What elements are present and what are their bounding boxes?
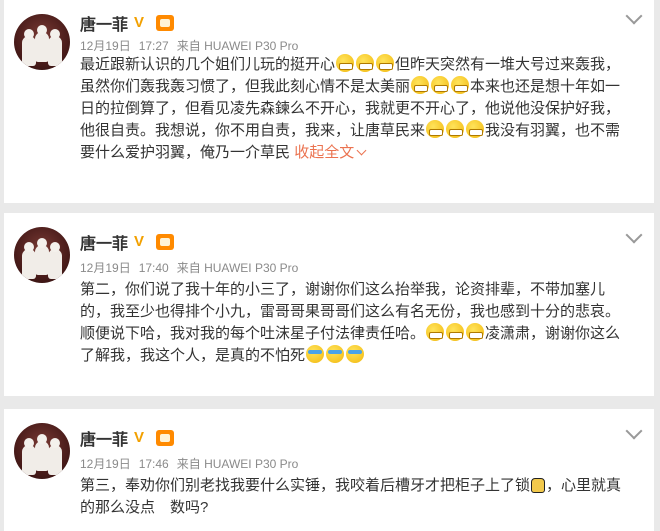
- avatar[interactable]: [14, 227, 70, 283]
- grin-emoji-icon: [466, 323, 485, 341]
- grin-emoji-icon: [426, 323, 445, 341]
- grin-emoji-icon: [336, 54, 355, 72]
- grin-emoji-icon: [431, 76, 450, 94]
- collapse-full-text-link[interactable]: 收起全文: [294, 144, 367, 161]
- chevron-down-icon[interactable]: [625, 226, 643, 244]
- weibo-post-2: 唐一菲 V 12月19日 17:40 来自 HUAWEI P30 Pro 第二，你们…: [4, 213, 654, 396]
- grin-emoji-icon: [356, 54, 375, 72]
- post-meta: 12月19日 17:27 来自 HUAWEI P30 Pro: [80, 37, 306, 54]
- chevron-down-icon[interactable]: [625, 422, 643, 440]
- grin-emoji-icon: [466, 120, 485, 138]
- member-level-icon: [156, 430, 175, 446]
- post-content: 第三，奉劝你们别老找我要什么实锤，我咬着后槽牙才把柜子上了锁 ，心里就真的那么没点…: [80, 475, 632, 519]
- lock-emoji-icon: [531, 478, 546, 493]
- weibo-post-1: 唐一菲 V 12月19日 17:27 来自 HUAWEI P30 Pro 最近跟新认…: [4, 0, 654, 203]
- post-meta: 12月19日 17:40 来自 HUAWEI P30 Pro: [80, 259, 306, 276]
- verified-v-icon: V: [134, 233, 145, 250]
- grin-emoji-icon: [446, 323, 465, 341]
- member-level-icon: [156, 234, 175, 250]
- username[interactable]: 唐一菲: [80, 230, 128, 254]
- verified-v-icon: V: [134, 14, 145, 31]
- cry-laugh-emoji-icon: [306, 345, 325, 363]
- grin-emoji-icon: [376, 54, 395, 72]
- user-row: 唐一菲 V: [80, 230, 175, 254]
- weibo-post-3: 唐一菲 V 12月19日 17:46 来自 HUAWEI P30 Pro 第三，奉劝…: [4, 409, 654, 531]
- chevron-down-icon[interactable]: [625, 7, 643, 25]
- user-row: 唐一菲 V: [80, 426, 175, 450]
- post-content: 最近跟新认识的几个姐们儿玩的挺开心 但昨天突然有一堆大号过来轰我，虽然你们轰我轰习…: [80, 54, 632, 164]
- cry-laugh-emoji-icon: [326, 345, 345, 363]
- grin-emoji-icon: [446, 120, 465, 138]
- content-text: 第三，奉劝你们别老找我要什么实锤，我咬着后槽牙才把柜子上了锁: [80, 477, 531, 494]
- post-source: 来自 HUAWEI P30 Pro: [176, 39, 299, 53]
- avatar[interactable]: [14, 14, 70, 70]
- post-time[interactable]: 17:27: [139, 39, 169, 53]
- content-text: 最近跟新认识的几个姐们儿玩的挺开心: [80, 56, 336, 73]
- post-meta: 12月19日 17:46 来自 HUAWEI P30 Pro: [80, 455, 306, 472]
- avatar[interactable]: [14, 423, 70, 479]
- user-row: 唐一菲 V: [80, 11, 175, 35]
- post-content: 第二，你们说了我十年的小三了，谢谢你们这么抬举我，论资排辈，不带加塞儿的，我至少…: [80, 279, 632, 367]
- post-time[interactable]: 17:40: [139, 261, 169, 275]
- username[interactable]: 唐一菲: [80, 426, 128, 450]
- post-date[interactable]: 12月19日: [80, 39, 131, 53]
- verified-v-icon: V: [134, 429, 145, 446]
- collapse-label: 收起全文: [294, 144, 355, 161]
- member-level-icon: [156, 15, 175, 31]
- post-source: 来自 HUAWEI P30 Pro: [176, 261, 299, 275]
- post-date[interactable]: 12月19日: [80, 261, 131, 275]
- username[interactable]: 唐一菲: [80, 11, 128, 35]
- grin-emoji-icon: [451, 76, 470, 94]
- post-source: 来自 HUAWEI P30 Pro: [176, 457, 299, 471]
- post-time[interactable]: 17:46: [139, 457, 169, 471]
- cry-laugh-emoji-icon: [346, 345, 365, 363]
- chevron-up-icon: [356, 145, 367, 156]
- post-date[interactable]: 12月19日: [80, 457, 131, 471]
- grin-emoji-icon: [411, 76, 430, 94]
- grin-emoji-icon: [426, 120, 445, 138]
